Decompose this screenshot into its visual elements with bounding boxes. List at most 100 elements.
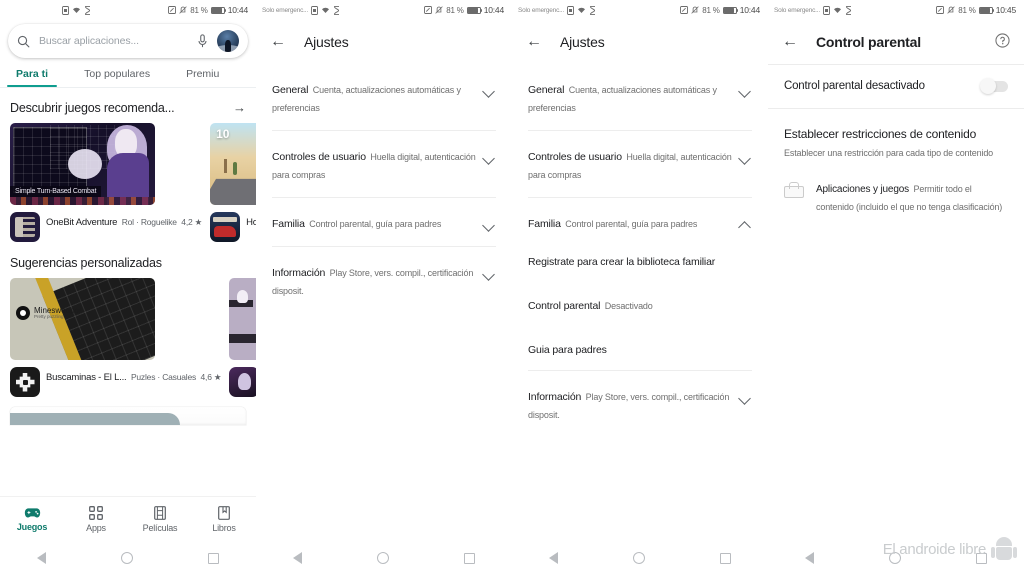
screenshot-caption: Simple Turn-Based Combat: [10, 186, 102, 197]
settings-row-familia[interactable]: Familia Control parental, guía para padr…: [272, 198, 496, 247]
tab-top-populares[interactable]: Top populares: [84, 68, 150, 87]
nav-recents-icon[interactable]: [463, 552, 475, 564]
nav-home-icon[interactable]: [120, 552, 133, 564]
restrictions-title: Establecer restricciones de contenido: [784, 127, 977, 141]
sim-card-icon: [310, 5, 318, 15]
nfc-icon: [680, 6, 689, 14]
status-icons-left: [62, 5, 91, 15]
nav-back-icon[interactable]: [549, 552, 559, 564]
settings-list-3: General Cuenta, actualizaciones automáti…: [512, 64, 768, 437]
app-card-tricky[interactable]: Say hello to your Tricky Puzles: [229, 278, 256, 397]
settings-row-informacion[interactable]: Información Play Store, vers. compil., c…: [272, 247, 496, 313]
child-row-title: Registrate para crear la biblioteca fami…: [528, 256, 716, 268]
settings-row-controles-usuario[interactable]: Controles de usuario Huella digital, aut…: [528, 131, 752, 198]
account-avatar[interactable]: [217, 30, 239, 52]
bottom-nav-apps[interactable]: Apps: [64, 506, 128, 533]
search-input-placeholder[interactable]: Buscar aplicaciones...: [39, 35, 188, 47]
recommended-card-row: Simple Turn-Based Combat OneBit Adventur…: [0, 123, 256, 242]
chevron-down-icon[interactable]: [738, 84, 752, 98]
nav-home-icon[interactable]: [888, 552, 901, 564]
clock: 10:44: [227, 5, 248, 15]
settings-row-general[interactable]: General Cuenta, actualizaciones automáti…: [272, 64, 496, 131]
nav-back-icon[interactable]: [293, 552, 303, 564]
nav-home-icon[interactable]: [376, 552, 389, 564]
child-row-title: Control parental: [528, 300, 601, 312]
chevron-down-icon[interactable]: [482, 151, 496, 165]
section-header-recommended[interactable]: Descubrir juegos recomenda... →: [0, 88, 256, 123]
back-arrow-icon[interactable]: ←: [526, 34, 542, 50]
grid-apps-icon: [89, 506, 103, 520]
app-screenshot: Minesweeper Pretty puzzling: [10, 278, 155, 360]
restriction-item-apps-games[interactable]: Aplicaciones y juegos Permitir todo el c…: [768, 161, 1024, 215]
bottom-nav-juegos[interactable]: Juegos: [0, 507, 64, 532]
nav-back-icon[interactable]: [805, 552, 815, 564]
settings-row-general[interactable]: General Cuenta, actualizaciones automáti…: [528, 64, 752, 131]
status-bar-2: Solo emergenc... 81 % 10:44: [256, 0, 512, 20]
microphone-icon[interactable]: [197, 34, 208, 48]
book-icon: [218, 506, 230, 520]
settings-row-title: Controles de usuario: [528, 151, 622, 163]
chevron-down-icon[interactable]: [738, 391, 752, 405]
screenshot-caption-sub: Pretty puzzling: [34, 313, 64, 319]
battery-icon: [466, 6, 483, 14]
app-screenshot: 10: [210, 123, 256, 205]
page-title: Ajustes: [304, 34, 349, 50]
parental-control-toggle-row[interactable]: Control parental desactivado: [768, 64, 1024, 109]
bottom-nav-peliculas[interactable]: Películas: [128, 506, 192, 533]
app-name: OneBit Adventure: [46, 217, 118, 228]
family-child-biblioteca[interactable]: Registrate para crear la biblioteca fami…: [528, 238, 752, 282]
family-child-guia-padres[interactable]: Guia para padres: [528, 326, 752, 371]
search-bar[interactable]: Buscar aplicaciones...: [8, 24, 248, 58]
bottom-nav-label: Películas: [142, 523, 178, 533]
nav-recents-icon[interactable]: [975, 552, 987, 564]
section-title-suggestions: Sugerencias personalizadas: [10, 256, 162, 270]
bottom-nav-libros[interactable]: Libros: [192, 506, 256, 533]
hourglass-icon: [589, 5, 595, 15]
chevron-down-icon[interactable]: [482, 267, 496, 281]
chevron-down-icon[interactable]: [738, 151, 752, 165]
tab-premium[interactable]: Premiu: [186, 68, 219, 87]
chevron-down-icon[interactable]: [482, 84, 496, 98]
suggestions-card-row: Minesweeper Pretty puzzling Buscaminas -…: [0, 278, 256, 397]
chevron-up-icon[interactable]: [738, 218, 752, 232]
settings-row-familia[interactable]: Familia Control parental, guía para padr…: [528, 198, 752, 238]
parental-control-switch[interactable]: [980, 78, 1008, 94]
app-icon: [10, 367, 40, 397]
settings-row-informacion[interactable]: Información Play Store, vers. compil., c…: [528, 371, 752, 437]
arrow-right-icon[interactable]: →: [233, 100, 246, 115]
settings-row-title: General: [272, 84, 309, 96]
nav-back-icon[interactable]: [37, 552, 47, 564]
android-nav-bar-4: [768, 540, 1024, 576]
android-nav-bar-3: [512, 540, 768, 576]
settings-row-controles-usuario[interactable]: Controles de usuario Huella digital, aut…: [272, 131, 496, 198]
status-bar-3: Solo emergenc... 81 % 10:44: [512, 0, 768, 20]
nav-recents-icon[interactable]: [207, 552, 219, 564]
nfc-icon: [936, 6, 945, 14]
panel-settings-collapsed: Solo emergenc... 81 % 10:44 ← Ajustes Ge…: [256, 0, 512, 576]
settings-row-title: Información: [528, 391, 582, 403]
app-card-horizon[interactable]: 10 Horizc Carrera 4,6 ★: [210, 123, 256, 242]
family-child-control-parental[interactable]: Control parental Desactivado: [528, 282, 752, 326]
bottom-nav-label: Apps: [86, 523, 106, 533]
tab-para-ti[interactable]: Para ti: [6, 68, 58, 87]
mute-bell-icon: [691, 6, 699, 14]
nav-recents-icon[interactable]: [719, 552, 731, 564]
help-circle-icon[interactable]: [995, 33, 1010, 51]
battery-icon: [722, 6, 739, 14]
screenshot-collage: 81 % 10:44 Buscar aplicaciones... Para t…: [0, 0, 1024, 576]
app-card-onebit[interactable]: Simple Turn-Based Combat OneBit Adventur…: [10, 123, 202, 242]
chevron-down-icon[interactable]: [482, 218, 496, 232]
panel-parental-control: Solo emergenc... 81 % 10:45 ← Control pa…: [768, 0, 1024, 576]
nfc-icon: [424, 6, 433, 14]
battery-percent: 81 %: [446, 5, 464, 15]
wifi-icon: [73, 7, 80, 13]
page-title: Ajustes: [560, 34, 605, 50]
back-arrow-icon[interactable]: ←: [782, 34, 798, 50]
nav-home-icon[interactable]: [632, 552, 645, 564]
carrier-label: Solo emergenc...: [774, 6, 820, 14]
app-card-minesweeper[interactable]: Minesweeper Pretty puzzling Buscaminas -…: [10, 278, 222, 397]
back-arrow-icon[interactable]: ←: [270, 34, 286, 50]
film-icon: [154, 506, 166, 520]
bottom-nav-label: Juegos: [16, 522, 48, 532]
bottom-navigation: Juegos Apps Películas Libros: [0, 496, 256, 540]
